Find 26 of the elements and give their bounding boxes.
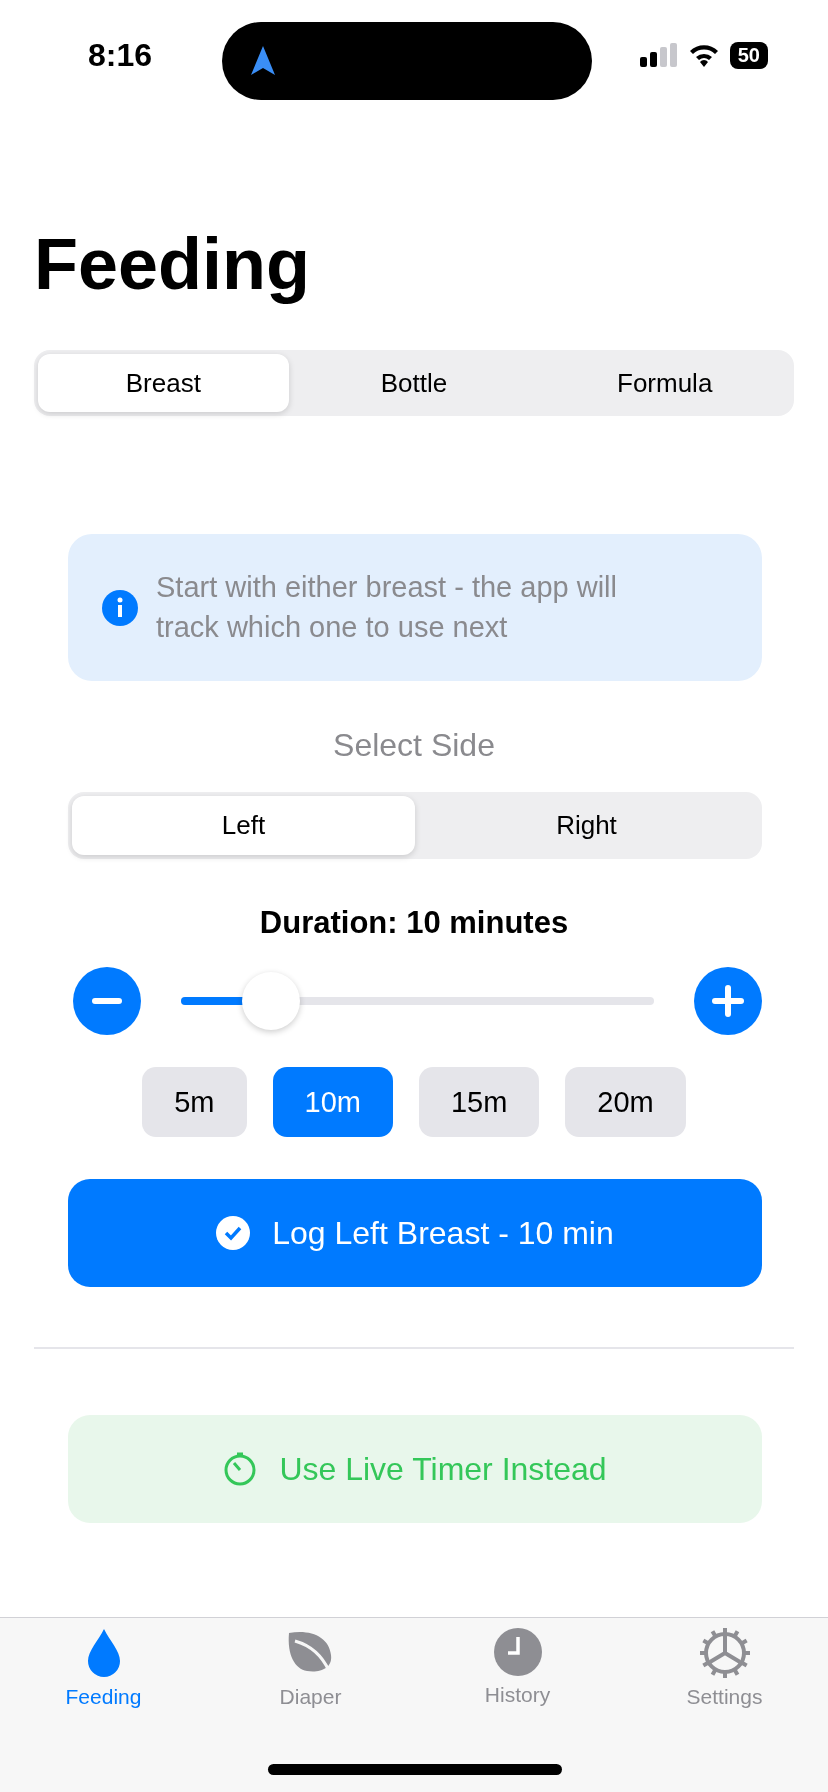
status-time: 8:16 — [88, 36, 154, 74]
preset-chip[interactable]: 5m — [142, 1067, 247, 1137]
timer-icon — [223, 1452, 258, 1486]
preset-chip[interactable]: 20m — [565, 1067, 686, 1137]
settings-icon — [698, 1627, 751, 1679]
signal-icon — [639, 43, 678, 67]
tab-bar-item[interactable]: Feeding — [0, 1626, 207, 1726]
segment-tab[interactable]: Bottle — [288, 354, 540, 412]
minus-icon — [92, 998, 122, 1004]
location-arrow-icon — [250, 45, 276, 77]
segment-tab[interactable]: Breast — [38, 354, 289, 412]
preset-chip[interactable]: 10m — [272, 1067, 393, 1137]
checkmark-icon — [216, 1216, 251, 1250]
segment-tab[interactable]: Formula — [539, 354, 790, 412]
side-tab[interactable]: Right — [415, 796, 758, 855]
clock-icon — [492, 1627, 543, 1677]
slider-thumb[interactable] — [241, 972, 300, 1030]
battery-level: 50 — [729, 41, 768, 69]
info-icon — [102, 589, 138, 626]
plus-icon — [712, 985, 744, 1017]
log-button[interactable]: Log Left Breast - 10 min — [68, 1179, 762, 1287]
info-text: Start with either breast - the app will track which one to use next — [156, 570, 618, 645]
preset-chip[interactable]: 15m — [418, 1067, 540, 1137]
side-tab[interactable]: Left — [72, 796, 415, 855]
section-label: Select Side — [332, 727, 496, 764]
duration-label: Duration: 10 minutes — [258, 905, 570, 941]
